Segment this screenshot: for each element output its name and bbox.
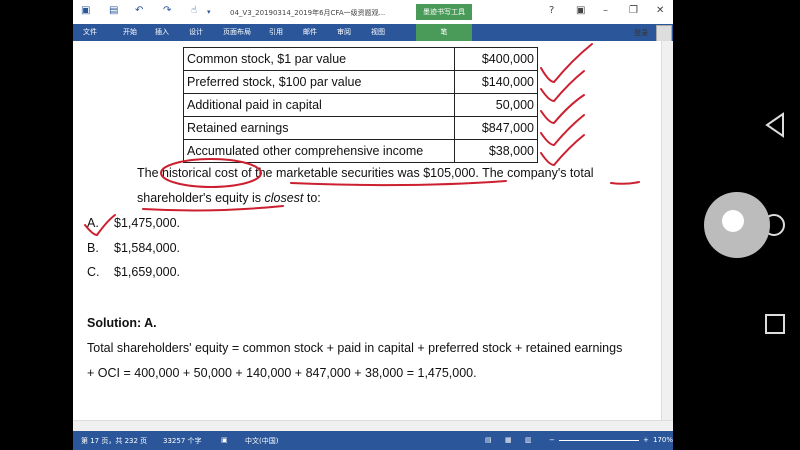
recents-icon[interactable] (763, 312, 787, 336)
ink-annotations (84, 43, 640, 237)
title-bar: ▣ ▤ ↶ ↷ ☝ ▾ 04_V3_20190314_2019年6月CFA一级资… (73, 0, 673, 24)
web-layout-icon[interactable]: ▥ (525, 436, 532, 444)
proofing-icon[interactable]: ▣ (221, 436, 228, 444)
ink-check-3 (540, 94, 585, 125)
ink-check-1 (540, 43, 593, 84)
save-icon[interactable]: ▤ (109, 5, 118, 16)
tab-pen[interactable]: 笔 (416, 24, 472, 41)
tab-home[interactable]: 开始 (123, 24, 137, 41)
minimize-icon[interactable]: – (603, 5, 608, 16)
status-bar: 第 17 页，共 232 页 33257 个字 ▣ 中文(中国) ▤ ▦ ▥ −… (73, 431, 673, 450)
ribbon-tabs: 文件 开始 插入 设计 页面布局 引用 邮件 审阅 视图 笔 (73, 24, 673, 41)
tab-view[interactable]: 视图 (371, 24, 385, 41)
page-count[interactable]: 第 17 页，共 232 页 (81, 436, 147, 446)
touch-mode-icon[interactable]: ☝ (191, 5, 197, 16)
ink-tools-context-tab[interactable]: 墨迹书写工具 (416, 4, 472, 20)
login-link[interactable]: 登录 (634, 28, 648, 38)
tab-file[interactable]: 文件 (73, 24, 107, 41)
ink-check-5 (540, 134, 585, 167)
zoom-out-icon[interactable]: − (549, 436, 555, 444)
word-count[interactable]: 33257 个字 (163, 436, 202, 446)
tab-page-layout[interactable]: 页面布局 (223, 24, 251, 41)
zoom-level[interactable]: 170% (653, 436, 673, 444)
quick-access-dropdown-icon[interactable]: ▾ (207, 8, 211, 16)
document-title: 04_V3_20190314_2019年6月CFA一级资题观... (230, 9, 386, 17)
tab-mailings[interactable]: 邮件 (303, 24, 317, 41)
help-button[interactable]: ? (549, 5, 554, 16)
redo-icon[interactable]: ↷ (163, 5, 171, 16)
avatar[interactable] (656, 25, 672, 42)
undo-icon[interactable]: ↶ (135, 5, 143, 16)
ink-check-answer (84, 214, 116, 237)
ink-underline-total (610, 181, 640, 185)
back-icon[interactable] (763, 112, 787, 138)
zoom-in-icon[interactable]: + (643, 436, 649, 444)
tab-review[interactable]: 审阅 (337, 24, 351, 41)
ink-circle-historical-cost (160, 158, 262, 188)
zoom-slider[interactable] (559, 440, 639, 441)
floating-assist-button-center (722, 210, 744, 232)
tab-insert[interactable]: 插入 (155, 24, 169, 41)
ink-underline-securities (290, 180, 507, 187)
language-indicator[interactable]: 中文(中国) (245, 436, 278, 446)
ribbon-display-options-icon[interactable]: ▣ (576, 5, 585, 16)
vertical-scrollbar[interactable] (661, 41, 673, 420)
tab-references[interactable]: 引用 (269, 24, 283, 41)
document-page[interactable]: Common stock, $1 par value $400,000 Prefe… (73, 41, 661, 420)
tab-design[interactable]: 设计 (189, 24, 203, 41)
word-window: ▣ ▤ ↶ ↷ ☝ ▾ 04_V3_20190314_2019年6月CFA一级资… (73, 0, 673, 450)
print-layout-icon[interactable]: ▦ (505, 436, 512, 444)
read-mode-icon[interactable]: ▤ (485, 436, 492, 444)
restore-icon[interactable]: ❐ (629, 5, 638, 16)
ink-underline-equity (142, 205, 284, 212)
word-logo-icon: ▣ (81, 5, 91, 16)
ink-check-2 (540, 70, 585, 103)
close-button[interactable]: ✕ (656, 5, 664, 16)
